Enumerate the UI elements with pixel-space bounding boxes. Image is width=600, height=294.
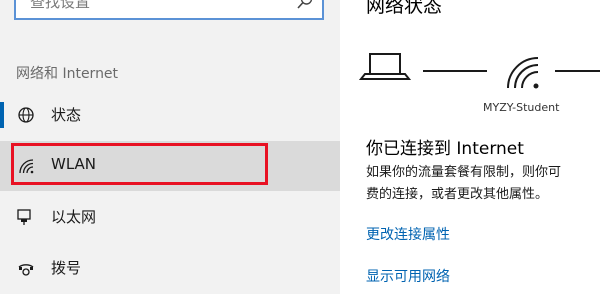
connection-status-heading: 你已连接到 Internet: [366, 139, 524, 159]
show-available-networks-link[interactable]: 显示可用网络: [366, 266, 450, 286]
wifi-signal-icon: [507, 57, 539, 89]
sidebar-item-dialup[interactable]: 拨号: [0, 243, 340, 293]
search-placeholder: 查找设置: [30, 0, 91, 11]
sidebar-item-label: 状态: [51, 106, 82, 124]
sidebar-section-title: 网络和 Internet: [16, 66, 119, 82]
sidebar-item-ethernet[interactable]: 以太网: [0, 192, 340, 242]
active-indicator: [0, 102, 4, 128]
search-icon[interactable]: [296, 0, 314, 10]
search-input[interactable]: 查找设置: [14, 0, 324, 20]
ethernet-icon: [17, 209, 31, 225]
wlan-highlight-annotation: [11, 143, 268, 185]
page-title: 网络状态: [366, 0, 443, 17]
connection-status-description: 如果你的流量套餐有限制，则你可 费的连接，或者更改其他属性。: [366, 162, 600, 206]
network-name: MYZY-Student: [483, 101, 560, 114]
globe-icon: [18, 107, 34, 123]
description-line: 如果你的流量套餐有限制，则你可: [366, 165, 562, 180]
sidebar-item-label: 拨号: [51, 259, 82, 277]
network-diagram: [358, 53, 600, 89]
dialup-icon: [18, 264, 34, 276]
change-connection-properties-link[interactable]: 更改连接属性: [366, 224, 450, 244]
sidebar-item-label: 以太网: [51, 208, 97, 226]
laptop-icon: [358, 53, 412, 80]
sidebar-item-status[interactable]: 状态: [0, 90, 340, 140]
description-line: 费的连接，或者更改其他属性。: [366, 187, 549, 202]
